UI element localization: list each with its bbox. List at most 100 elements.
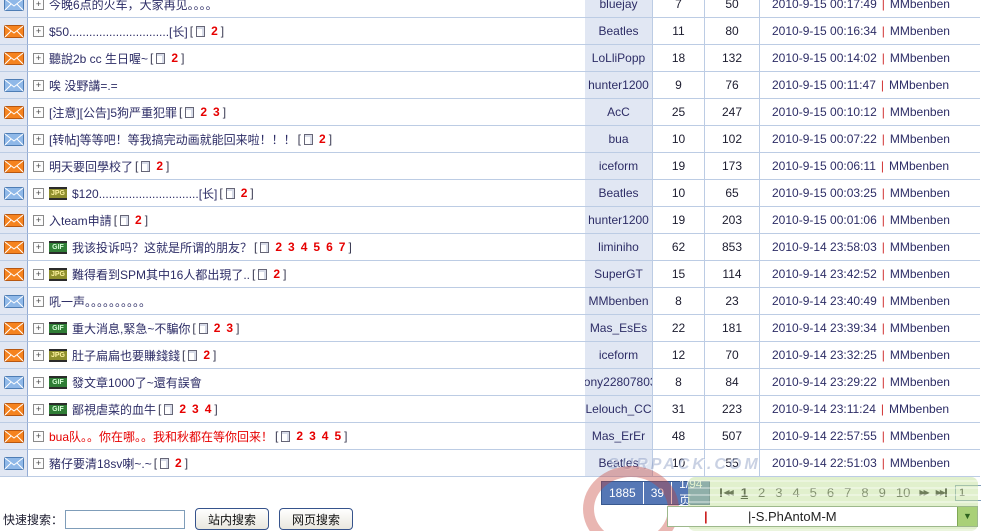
- thread-title-link[interactable]: 難得看到SPM其中16人都出現了..: [72, 266, 250, 283]
- page-number-7[interactable]: 7: [844, 485, 851, 500]
- page-number-5[interactable]: 5: [810, 485, 817, 500]
- page-number-3[interactable]: 3: [775, 485, 782, 500]
- lastpost-author[interactable]: MMbenben: [890, 132, 950, 146]
- author-cell[interactable]: liminiho: [585, 234, 653, 261]
- thread-page-link[interactable]: 3: [213, 105, 220, 119]
- thread-page-link[interactable]: 2: [175, 456, 182, 470]
- lastpost-author[interactable]: MMbenben: [890, 375, 950, 389]
- lastpost-author[interactable]: MMbenben: [889, 159, 949, 173]
- lastpost-author[interactable]: MMbenben: [890, 51, 950, 65]
- thread-page-link[interactable]: 3: [192, 402, 199, 416]
- thread-page-link[interactable]: 2: [275, 240, 282, 254]
- expand-icon[interactable]: +: [33, 107, 44, 118]
- lastpost-author[interactable]: MMbenben: [890, 348, 950, 362]
- author-cell[interactable]: hunter1200: [585, 207, 653, 234]
- expand-icon[interactable]: +: [33, 134, 44, 145]
- thread-title-link[interactable]: 吼一声。。。。。。。。。。: [49, 293, 151, 310]
- thread-page-link[interactable]: 6: [326, 240, 333, 254]
- lastpost-author[interactable]: MMbenben: [889, 78, 949, 92]
- page-number-9[interactable]: 9: [879, 485, 886, 500]
- fast-forward-icon[interactable]: ▶▶: [919, 488, 927, 497]
- thread-page-link[interactable]: 3: [226, 321, 233, 335]
- expand-icon[interactable]: +: [33, 350, 44, 361]
- thread-title-link[interactable]: bua队。。你在哪。。我和秋都在等你回来！: [49, 428, 273, 445]
- expand-icon[interactable]: +: [33, 431, 44, 442]
- thread-page-link[interactable]: 2: [179, 402, 186, 416]
- author-cell[interactable]: tony22807803: [585, 369, 653, 396]
- author-cell[interactable]: MMbenben: [585, 288, 653, 315]
- lastpost-author[interactable]: MMbenben: [890, 456, 950, 470]
- page-number-10[interactable]: 10: [896, 485, 910, 500]
- lastpost-author[interactable]: MMbenben: [890, 24, 950, 38]
- thread-page-link[interactable]: 2: [200, 105, 207, 119]
- expand-icon[interactable]: +: [33, 0, 44, 10]
- page-number-4[interactable]: 4: [792, 485, 799, 500]
- thread-page-link[interactable]: 4: [301, 240, 308, 254]
- thread-page-link[interactable]: 7: [339, 240, 346, 254]
- thread-page-link[interactable]: 2: [156, 159, 163, 173]
- thread-title-link[interactable]: [注意][公告]5狗严重犯罪: [49, 104, 177, 121]
- first-page-icon[interactable]: ◀◀: [720, 488, 731, 497]
- author-cell[interactable]: Lelouch_CC: [585, 396, 653, 423]
- author-cell[interactable]: Beatles: [585, 180, 653, 207]
- thread-title-link[interactable]: 今晚6点的火车，大家再见。。。。: [49, 0, 218, 13]
- thread-page-link[interactable]: 2: [214, 321, 221, 335]
- quick-search-input[interactable]: [65, 510, 185, 529]
- page-number-6[interactable]: 6: [827, 485, 834, 500]
- lastpost-author[interactable]: MMbenben: [890, 105, 950, 119]
- author-cell[interactable]: AcC: [585, 99, 653, 126]
- lastpost-author[interactable]: MMbenben: [890, 186, 950, 200]
- lastpost-author[interactable]: MMbenben: [890, 267, 950, 281]
- page-jump-input[interactable]: [955, 485, 981, 501]
- lastpost-author[interactable]: MMbenben: [890, 0, 950, 11]
- expand-icon[interactable]: +: [33, 26, 44, 37]
- lastpost-author[interactable]: MMbenben: [890, 429, 950, 443]
- thread-page-link[interactable]: 2: [203, 348, 210, 362]
- thread-page-link[interactable]: 4: [322, 429, 329, 443]
- thread-page-link[interactable]: 5: [313, 240, 320, 254]
- author-cell[interactable]: iceform: [585, 153, 653, 180]
- expand-icon[interactable]: +: [33, 296, 44, 307]
- thread-title-link[interactable]: 重大消息,緊急~不騙你: [72, 320, 190, 337]
- thread-page-link[interactable]: 2: [296, 429, 303, 443]
- page-number-1[interactable]: 1: [741, 485, 748, 500]
- author-cell[interactable]: LoLliPopp: [585, 45, 653, 72]
- thread-page-link[interactable]: 2: [273, 267, 280, 281]
- site-search-button[interactable]: 站内搜索: [195, 508, 269, 530]
- expand-icon[interactable]: +: [33, 215, 44, 226]
- thread-title-link[interactable]: 發文章1000了~還有誤會: [72, 374, 202, 391]
- thread-title-link[interactable]: [转帖]等等吧！等我搞完动画就能回来啦！！！: [49, 131, 296, 148]
- thread-title-link[interactable]: $50..............................[长]: [49, 23, 188, 40]
- author-cell[interactable]: Mas_ErEr: [585, 423, 653, 450]
- thread-page-link[interactable]: 5: [334, 429, 341, 443]
- thread-page-link[interactable]: 4: [205, 402, 212, 416]
- thread-title-link[interactable]: 入team申請: [49, 212, 112, 229]
- author-cell[interactable]: iceform: [585, 342, 653, 369]
- expand-icon[interactable]: +: [33, 458, 44, 469]
- thread-page-link[interactable]: 3: [309, 429, 316, 443]
- last-page-icon[interactable]: ▶▶: [936, 488, 947, 497]
- expand-icon[interactable]: +: [33, 323, 44, 334]
- expand-icon[interactable]: +: [33, 161, 44, 172]
- expand-icon[interactable]: +: [33, 404, 44, 415]
- author-cell[interactable]: Beatles: [585, 18, 653, 45]
- author-cell[interactable]: SuperGT: [585, 261, 653, 288]
- expand-icon[interactable]: +: [33, 80, 44, 91]
- expand-icon[interactable]: +: [33, 269, 44, 280]
- author-cell[interactable]: Beatles: [585, 450, 653, 477]
- web-search-button[interactable]: 网页搜索: [279, 508, 353, 530]
- lastpost-author[interactable]: MMbenben: [890, 213, 950, 227]
- expand-icon[interactable]: +: [33, 53, 44, 64]
- thread-title-link[interactable]: 鄙視虐菜的血牛: [72, 401, 156, 418]
- thread-page-link[interactable]: 2: [171, 51, 178, 65]
- thread-title-link[interactable]: 我该投诉吗？这就是所谓的朋友？: [72, 239, 252, 256]
- expand-icon[interactable]: +: [33, 377, 44, 388]
- chevron-down-icon[interactable]: ▼: [957, 507, 977, 526]
- author-cell[interactable]: hunter1200: [585, 72, 653, 99]
- thread-title-link[interactable]: 肚子扁扁也要賺錢錢: [72, 347, 180, 364]
- thread-page-link[interactable]: 2: [241, 186, 248, 200]
- thread-page-link[interactable]: 2: [135, 213, 142, 227]
- lastpost-author[interactable]: MMbenben: [890, 294, 950, 308]
- page-number-2[interactable]: 2: [758, 485, 765, 500]
- thread-page-link[interactable]: 2: [211, 24, 218, 38]
